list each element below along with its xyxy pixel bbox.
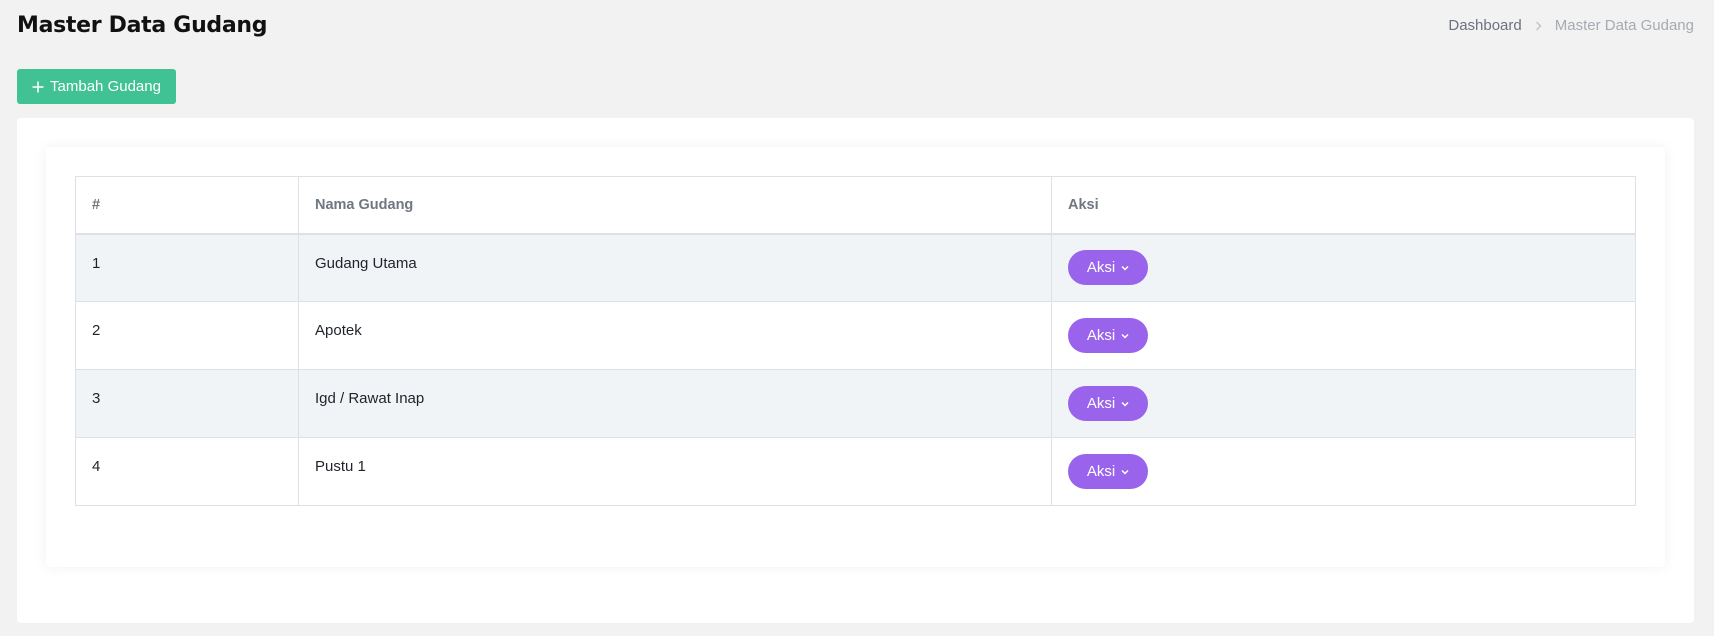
page: Master Data Gudang Dashboard Master Data… [0,0,1714,636]
aksi-dropdown-button[interactable]: Aksi [1068,454,1148,489]
breadcrumb-dashboard-link[interactable]: Dashboard [1448,17,1521,34]
row-nama-gudang: Gudang Utama [298,233,1052,302]
row-nama-gudang: Igd / Rawat Inap [298,369,1052,438]
gudang-table: # Nama Gudang Aksi 1 Gudang Utama Aksi 2… [75,176,1636,506]
chevron-down-icon [1121,333,1129,339]
row-aksi-cell: Aksi [1051,437,1636,506]
table-row: 1 Gudang Utama Aksi [75,233,1636,302]
row-aksi-cell: Aksi [1051,369,1636,438]
row-number: 1 [75,233,299,302]
chevron-right-icon [1535,21,1542,31]
column-header-number: # [75,176,299,235]
chevron-down-icon [1121,469,1129,475]
row-number: 2 [75,301,299,370]
table-header-row: # Nama Gudang Aksi [75,176,1636,235]
add-gudang-label: Tambah Gudang [50,78,161,95]
page-title: Master Data Gudang [17,13,268,38]
breadcrumb: Dashboard Master Data Gudang [1448,17,1694,34]
aksi-label: Aksi [1086,395,1116,412]
breadcrumb-current: Master Data Gudang [1554,17,1694,34]
table-row: 2 Apotek Aksi [75,301,1636,370]
row-number: 4 [75,437,299,506]
row-number: 3 [75,369,299,438]
table-card: # Nama Gudang Aksi 1 Gudang Utama Aksi 2… [46,147,1665,567]
chevron-down-icon [1121,265,1129,271]
add-gudang-button[interactable]: Tambah Gudang [17,69,176,104]
aksi-dropdown-button[interactable]: Aksi [1068,250,1148,286]
aksi-label: Aksi [1086,463,1116,480]
aksi-label: Aksi [1086,327,1116,344]
aksi-dropdown-button[interactable]: Aksi [1068,386,1148,421]
table-row: 3 Igd / Rawat Inap Aksi [75,369,1636,438]
row-aksi-cell: Aksi [1051,301,1636,370]
row-nama-gudang: Apotek [298,301,1052,370]
row-aksi-cell: Aksi [1051,233,1636,302]
row-nama-gudang: Pustu 1 [298,437,1052,506]
plus-icon [32,81,44,93]
column-header-nama-gudang: Nama Gudang [298,176,1052,235]
table-row: 4 Pustu 1 Aksi [75,437,1636,506]
content-card: # Nama Gudang Aksi 1 Gudang Utama Aksi 2… [17,118,1694,623]
aksi-dropdown-button[interactable]: Aksi [1068,318,1148,353]
aksi-label: Aksi [1086,259,1116,277]
chevron-down-icon [1121,401,1129,407]
column-header-aksi: Aksi [1051,176,1636,235]
